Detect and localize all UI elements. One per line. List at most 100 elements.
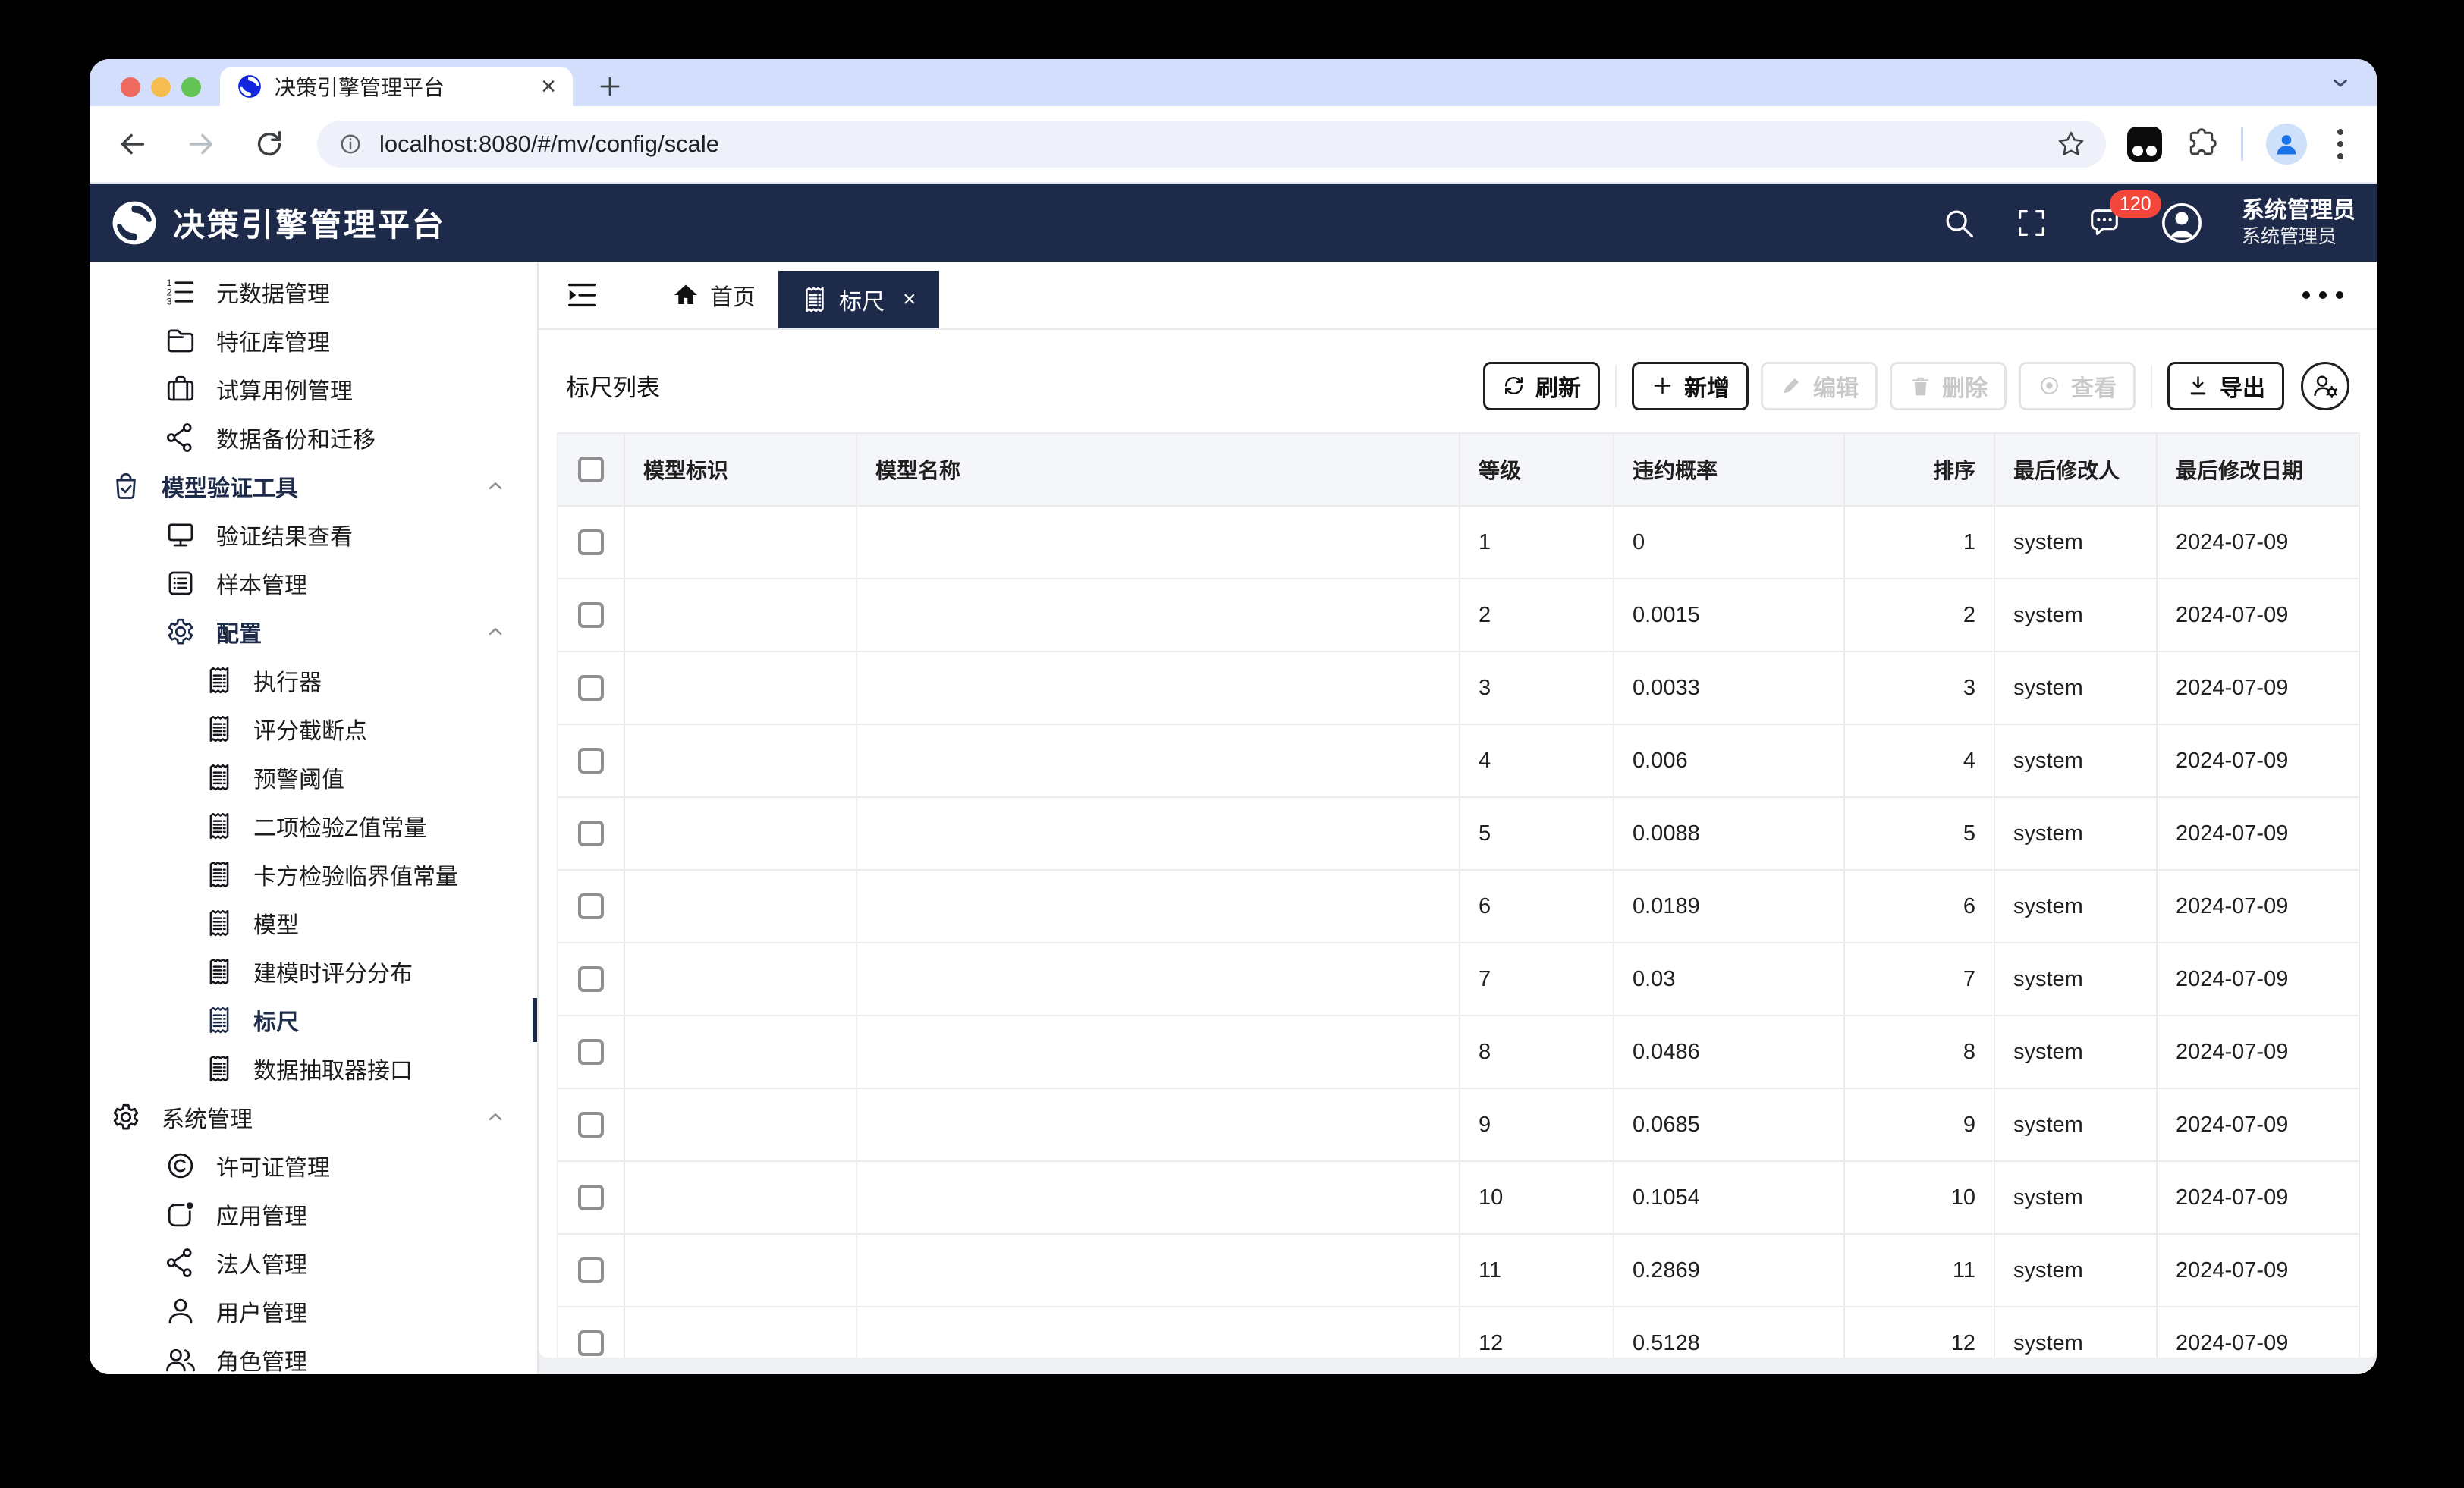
sidebar-item-numbered-list[interactable]: 123元数据管理 [90, 268, 537, 316]
table-cell: 0.03 [1614, 943, 1844, 1016]
app-header: 决策引擎管理平台 120 系统管理员 系统管理员 [90, 184, 2377, 262]
sidebar-item-receipt[interactable]: 二项检验Z值常量 [90, 802, 537, 850]
table-cell: 0 [1614, 506, 1844, 579]
collapse-sidebar-icon[interactable] [564, 278, 599, 312]
tab-options-icon[interactable] [2269, 284, 2377, 306]
browser-tab-strip: 决策引擎管理平台 [90, 59, 2377, 106]
sidebar-item-users[interactable]: 角色管理 [90, 1336, 537, 1374]
new-tab-button[interactable] [590, 67, 630, 106]
sidebar-item-receipt[interactable]: 数据抽取器接口 [90, 1044, 537, 1093]
sidebar-item-share[interactable]: 数据备份和迁移 [90, 413, 537, 462]
row-checkbox[interactable] [578, 529, 604, 555]
row-checkbox[interactable] [578, 1330, 604, 1356]
sidebar-item-app[interactable]: 应用管理 [90, 1190, 537, 1238]
eye-button[interactable]: 查看 [2019, 362, 2136, 410]
zoom-window-button[interactable] [181, 77, 201, 97]
sidebar-item-receipt[interactable]: 模型 [90, 899, 537, 947]
sidebar-item-receipt[interactable]: 卡方检验临界值常量 [90, 850, 537, 899]
sidebar-item-gear[interactable]: 系统管理 [90, 1093, 537, 1141]
browser-tab[interactable]: 决策引擎管理平台 [220, 67, 573, 106]
column-settings-button[interactable] [2301, 362, 2349, 410]
sidebar-item-receipt[interactable]: 标尺 [90, 996, 537, 1044]
table-cell: 2024-07-09 [2157, 1234, 2359, 1307]
sidebar-item-label: 标尺 [253, 1003, 299, 1037]
button-label: 编辑 [1813, 369, 1859, 403]
sidebar-item-receipt[interactable]: 评分截断点 [90, 705, 537, 753]
fullscreen-icon[interactable] [2014, 206, 2049, 240]
plus-button[interactable]: 新增 [1632, 362, 1749, 410]
refresh-button[interactable]: 刷新 [1483, 362, 1600, 410]
sidebar-item-copyright[interactable]: 许可证管理 [90, 1141, 537, 1190]
sidebar-item-monitor[interactable]: 验证结果查看 [90, 510, 537, 559]
page-title: 标尺列表 [566, 369, 660, 403]
row-checkbox[interactable] [578, 1257, 604, 1283]
user-avatar[interactable] [2160, 201, 2204, 245]
table-cell [856, 579, 1460, 651]
pencil-button[interactable]: 编辑 [1761, 362, 1878, 410]
row-checkbox[interactable] [578, 1185, 604, 1210]
column-header: 违约概率 [1614, 433, 1844, 506]
sidebar-item-user[interactable]: 用户管理 [90, 1287, 537, 1336]
row-select-cell [558, 724, 624, 797]
forward-icon[interactable] [184, 127, 218, 162]
messages-button[interactable]: 120 [2087, 206, 2122, 240]
table-cell: system [1994, 1234, 2157, 1307]
sidebar-item-receipt[interactable]: 建模时评分分布 [90, 947, 537, 996]
sidebar-item-folder[interactable]: 特征库管理 [90, 316, 537, 365]
trash-button[interactable]: 删除 [1890, 362, 2007, 410]
url-text[interactable]: localhost:8080/#/mv/config/scale [379, 130, 2041, 158]
table-cell: 11 [1844, 1234, 1994, 1307]
user-name: 系统管理员 [2242, 196, 2356, 225]
row-checkbox[interactable] [578, 748, 604, 774]
button-label: 查看 [2071, 369, 2117, 403]
sidebar-item-bag-check[interactable]: 模型验证工具 [90, 462, 537, 510]
address-bar[interactable]: localhost:8080/#/mv/config/scale [317, 121, 2106, 168]
sidebar-item-share[interactable]: 法人管理 [90, 1238, 537, 1287]
row-checkbox[interactable] [578, 602, 604, 628]
button-label: 新增 [1684, 369, 1730, 403]
reload-icon[interactable] [252, 127, 287, 162]
row-checkbox[interactable] [578, 821, 604, 846]
table-cell [856, 1016, 1460, 1088]
sidebar-item-receipt[interactable]: 执行器 [90, 656, 537, 705]
browser-menu-icon[interactable] [2330, 126, 2351, 162]
dark-extension-icon[interactable] [2127, 127, 2162, 162]
table-cell: 10 [1460, 1161, 1614, 1234]
list-icon [165, 567, 196, 599]
browser-profile-avatar[interactable] [2266, 124, 2307, 165]
download-button[interactable]: 导出 [2167, 362, 2284, 410]
tab-home[interactable]: 首页 [649, 262, 778, 328]
tab-close-icon[interactable] [903, 287, 916, 312]
sidebar-item-label: 预警阈值 [253, 761, 344, 794]
close-window-button[interactable] [121, 77, 140, 97]
table-cell: 2 [1844, 579, 1994, 651]
tab-search-chevron-icon[interactable] [2327, 70, 2354, 97]
sidebar-item-receipt[interactable]: 预警阈值 [90, 753, 537, 802]
sidebar-item-gear[interactable]: 配置 [90, 607, 537, 656]
user-info[interactable]: 系统管理员 系统管理员 [2242, 196, 2356, 249]
minimize-window-button[interactable] [151, 77, 171, 97]
row-checkbox[interactable] [578, 893, 604, 919]
site-info-icon[interactable] [337, 130, 364, 158]
tab-scale-active[interactable]: 标尺 [778, 271, 939, 328]
row-checkbox[interactable] [578, 675, 604, 701]
table-cell [624, 506, 856, 579]
table-cell: system [1994, 870, 2157, 943]
row-select-cell [558, 870, 624, 943]
row-select-cell [558, 797, 624, 870]
sidebar-item-list[interactable]: 样本管理 [90, 559, 537, 607]
row-checkbox[interactable] [578, 1039, 604, 1065]
table-row: 70.037system2024-07-09 [558, 943, 2359, 1016]
table-cell [624, 1234, 856, 1307]
row-checkbox[interactable] [578, 966, 604, 992]
search-icon[interactable] [1941, 206, 1976, 240]
row-checkbox[interactable] [578, 1112, 604, 1138]
back-icon[interactable] [115, 127, 150, 162]
sidebar-item-briefcase[interactable]: 试算用例管理 [90, 365, 537, 413]
table-cell: 2024-07-09 [2157, 1088, 2359, 1161]
tab-close-icon[interactable] [541, 74, 556, 99]
bookmark-star-icon[interactable] [2056, 129, 2086, 159]
select-all-checkbox[interactable] [578, 457, 604, 482]
svg-text:3: 3 [167, 297, 172, 307]
extensions-puzzle-icon[interactable] [2185, 127, 2218, 161]
